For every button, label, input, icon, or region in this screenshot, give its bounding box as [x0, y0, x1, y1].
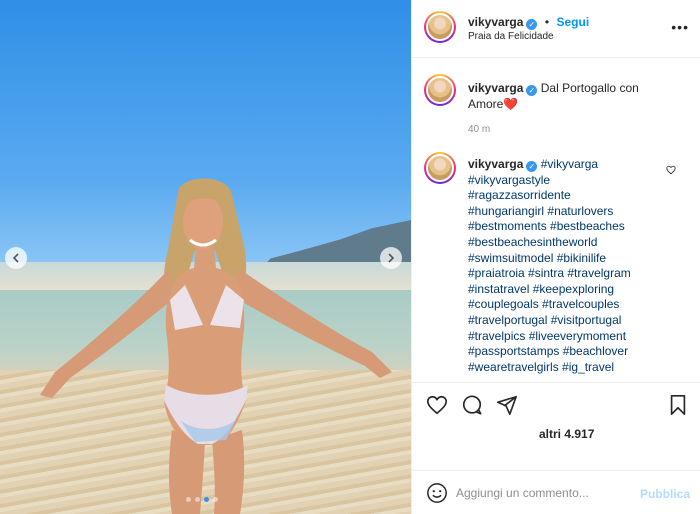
add-comment-bar: Pubblica	[412, 470, 700, 514]
smiley-icon[interactable]	[426, 482, 448, 504]
hashtag-line[interactable]: #instatravel #keepexploring	[468, 282, 668, 298]
caption-username[interactable]: vikyvarga	[468, 81, 523, 95]
carousel-dot	[186, 497, 191, 502]
hashtag-line[interactable]: #travelpics #liveeverymoment	[468, 329, 668, 345]
carousel-dot	[195, 497, 200, 502]
comment-username[interactable]: vikyvarga	[468, 157, 523, 171]
hashtag-line[interactable]: #bestbeachesintheworld	[468, 235, 668, 251]
post-dialog: vikyvarga ✓ • Segui Praia da Felicidade •…	[0, 0, 700, 514]
hashtag-line[interactable]: #hungariangirl #naturlovers	[468, 204, 668, 220]
hashtag-line[interactable]: #swimsuitmodel #bikinilife	[468, 251, 668, 267]
hashtag-line[interactable]: #passportstamps #beachlover	[468, 344, 668, 360]
separator: •	[544, 15, 550, 29]
heart-icon[interactable]	[426, 394, 448, 416]
comment-like-heart-icon[interactable]	[666, 165, 676, 175]
chevron-right-icon[interactable]	[380, 247, 402, 269]
carousel-dot	[213, 497, 218, 502]
post-photo[interactable]	[0, 0, 411, 514]
verified-badge-icon: ✓	[526, 19, 538, 30]
comment-input[interactable]	[456, 483, 636, 503]
comment-icon[interactable]	[461, 394, 483, 416]
username-link[interactable]: vikyvarga	[468, 15, 523, 29]
woman-in-bikini	[40, 178, 392, 514]
location-link[interactable]: Praia da Felicidade	[468, 31, 554, 42]
hashtag-line[interactable]: #travelportugal #visitportugal	[468, 313, 668, 329]
likes-count[interactable]: altri 4.917	[539, 427, 594, 441]
carousel-dot	[204, 497, 209, 502]
chevron-left-icon[interactable]	[5, 247, 27, 269]
avatar[interactable]	[424, 152, 456, 184]
action-bar: altri 4.917	[412, 382, 700, 462]
publish-button[interactable]: Pubblica	[640, 487, 690, 501]
timestamp[interactable]: 40 m	[468, 124, 490, 135]
post-side-panel: vikyvarga ✓ • Segui Praia da Felicidade •…	[411, 0, 700, 514]
hashtag-line[interactable]: #couplegoals #travelcouples	[468, 297, 668, 313]
follow-button[interactable]: Segui	[557, 15, 590, 29]
avatar[interactable]	[424, 74, 456, 106]
hashtag-line[interactable]: #vikyvarga	[541, 157, 598, 171]
hashtag-line[interactable]: #praiatroia #sintra #travelgram	[468, 266, 668, 282]
verified-badge-icon: ✓	[526, 85, 538, 96]
avatar[interactable]	[424, 11, 456, 43]
verified-badge-icon: ✓	[526, 161, 538, 172]
post-header: vikyvarga ✓ • Segui Praia da Felicidade •…	[412, 0, 700, 58]
hashtag-line[interactable]: #vikyvargastyle	[468, 173, 668, 189]
more-options-icon[interactable]: •••	[671, 19, 689, 35]
hashtag-line[interactable]: #bestmoments #bestbeaches	[468, 219, 668, 235]
heart-emoji: ❤️	[503, 96, 519, 111]
bookmark-icon[interactable]	[668, 394, 688, 416]
share-icon[interactable]	[496, 394, 518, 416]
hashtag-line[interactable]: #ragazzasorridente	[468, 188, 668, 204]
hashtag-line[interactable]: #wearetravelgirls #ig_travel	[468, 360, 668, 376]
carousel-dots	[186, 497, 218, 502]
